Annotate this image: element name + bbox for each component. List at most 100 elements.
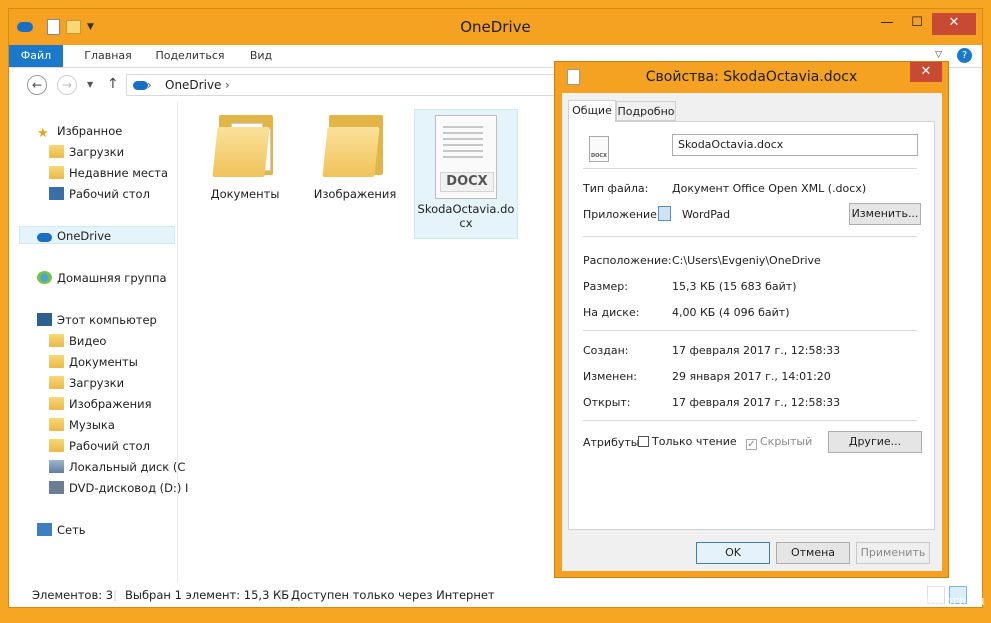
star-icon: ★ xyxy=(37,126,49,141)
nav-homegroup[interactable]: Домашняя группа xyxy=(37,269,167,287)
breadcrumb-separator-icon: › xyxy=(225,78,230,92)
videos-folder-icon xyxy=(49,334,64,347)
checkmark-icon: ✓ xyxy=(746,439,757,450)
hidden-checkbox[interactable]: ✓ Скрытый xyxy=(746,435,812,450)
size-value: 15,3 КБ (15 683 байт) xyxy=(672,280,797,293)
window-title: OneDrive xyxy=(460,18,531,36)
separator xyxy=(583,330,917,331)
nav-music[interactable]: Музыка xyxy=(49,416,115,434)
nav-dvd-drive[interactable]: DVD-дисковод (D:) I xyxy=(49,479,188,497)
folder-name: Изображения xyxy=(313,187,397,201)
downloads-folder-icon xyxy=(49,145,64,158)
created-value: 17 февраля 2017 г., 12:58:33 xyxy=(672,344,841,357)
advanced-button[interactable]: Другие... xyxy=(828,431,922,453)
homegroup-icon xyxy=(37,271,52,284)
application-value: WordPad xyxy=(682,208,731,221)
ok-button[interactable]: OK xyxy=(696,542,770,564)
desktop-icon xyxy=(49,187,64,200)
status-divider: | xyxy=(279,588,283,602)
availability-status: Доступен только через Интернет xyxy=(291,588,495,602)
nav-onedrive[interactable]: OneDrive xyxy=(19,226,175,244)
forward-button[interactable]: → xyxy=(57,75,77,95)
dialog-title: Свойства: SkodaOctavia.docx xyxy=(645,69,858,85)
dialog-close-button[interactable]: ✕ xyxy=(910,62,942,82)
folder-icon xyxy=(322,109,387,179)
pictures-folder-icon xyxy=(49,397,64,410)
downloads-folder-icon xyxy=(49,376,64,389)
readonly-checkbox[interactable]: Только чтение xyxy=(638,435,737,448)
wordpad-icon xyxy=(658,206,671,221)
checkbox-icon xyxy=(638,436,649,447)
maximize-button[interactable]: ☐ xyxy=(902,13,932,35)
size-on-disk-label: На диске: xyxy=(583,306,640,319)
recent-places-icon xyxy=(49,166,64,179)
title-bar: ▼ OneDrive — ☐ ✕ xyxy=(9,9,982,45)
onedrive-cloud-icon xyxy=(133,81,148,90)
size-label: Размер: xyxy=(583,280,628,293)
window-controls: — ☐ ✕ xyxy=(872,13,976,35)
nav-desktop[interactable]: Рабочий стол xyxy=(49,185,150,203)
cancel-button[interactable]: Отмена xyxy=(776,542,850,564)
change-app-button[interactable]: Изменить... xyxy=(849,203,921,225)
docx-file-icon: DOCX xyxy=(435,115,497,199)
nav-favorites[interactable]: ★ Избранное xyxy=(37,122,122,141)
tab-share[interactable]: Поделиться xyxy=(151,45,229,67)
tab-home[interactable]: Главная xyxy=(79,45,137,67)
up-arrow-icon[interactable]: ↑ xyxy=(107,76,119,92)
nav-local-disk[interactable]: Локальный диск (C xyxy=(49,458,185,476)
apply-button[interactable]: Применить xyxy=(856,542,930,564)
nav-recent-places[interactable]: Недавние места xyxy=(49,164,168,182)
nav-pictures[interactable]: Изображения xyxy=(49,395,152,413)
nav-documents[interactable]: Документы xyxy=(49,353,138,371)
application-label: Приложение: xyxy=(583,208,661,221)
local-disk-icon xyxy=(49,460,64,473)
nav-desktop-pc[interactable]: Рабочий стол xyxy=(49,437,150,455)
folder-pictures[interactable]: Изображения xyxy=(307,109,403,201)
size-on-disk-value: 4,00 КБ (4 096 байт) xyxy=(672,306,790,319)
nav-downloads-pc[interactable]: Загрузки xyxy=(49,374,124,392)
nav-this-pc[interactable]: Этот компьютер xyxy=(37,311,157,329)
filename-input[interactable]: SkodaOctavia.docx xyxy=(672,134,918,156)
general-panel: DOCX SkodaOctavia.docx Тип файла: Докуме… xyxy=(568,121,935,530)
separator xyxy=(583,168,917,169)
breadcrumb-separator-icon: › xyxy=(147,78,152,92)
documents-folder-icon xyxy=(49,355,64,368)
file-name: SkodaOctavia.do cx xyxy=(417,202,515,230)
created-label: Создан: xyxy=(583,344,629,357)
status-divider: | xyxy=(113,588,117,602)
file-type-label: Тип файла: xyxy=(583,182,649,195)
breadcrumb-onedrive[interactable]: OneDrive xyxy=(165,78,221,92)
modified-value: 29 января 2017 г., 14:01:20 xyxy=(672,370,831,383)
back-button[interactable]: ← xyxy=(27,75,47,95)
status-bar: Элементов: 3 | Выбран 1 элемент: 15,3 КБ… xyxy=(9,583,982,607)
address-bar[interactable]: › OneDrive › xyxy=(126,74,556,96)
folder-documents[interactable]: Документы xyxy=(201,109,289,201)
item-count: Элементов: 3 xyxy=(32,588,114,602)
folder-name: Документы xyxy=(210,187,280,201)
properties-dialog: Свойства: SkodaOctavia.docx ✕ Общие Подр… xyxy=(554,61,949,578)
watermark: www.wincore.ru xyxy=(877,594,985,609)
chevron-down-icon[interactable]: ▽ xyxy=(935,50,942,60)
tab-details[interactable]: Подробно xyxy=(616,101,676,121)
desktop-folder-icon xyxy=(49,439,64,452)
network-icon xyxy=(37,523,52,536)
nav-videos[interactable]: Видео xyxy=(49,332,106,350)
recent-locations-icon[interactable]: ▼ xyxy=(87,80,93,89)
minimize-button[interactable]: — xyxy=(872,13,902,35)
accessed-label: Открыт: xyxy=(583,396,631,409)
location-value: C:\Users\Evgeniy\OneDrive xyxy=(672,254,821,267)
navigation-pane: ★ Избранное Загрузки Недавние места Рабоч… xyxy=(9,102,188,582)
close-button[interactable]: ✕ xyxy=(932,13,976,35)
modified-label: Изменен: xyxy=(583,370,638,383)
music-folder-icon xyxy=(49,418,64,431)
tab-general[interactable]: Общие xyxy=(568,100,616,122)
separator xyxy=(583,236,917,237)
location-label: Расположение: xyxy=(583,254,672,267)
nav-network[interactable]: Сеть xyxy=(37,521,86,539)
tab-file[interactable]: Файл xyxy=(9,45,63,67)
tab-view[interactable]: Вид xyxy=(243,45,279,67)
file-skodaoctavia-docx[interactable]: DOCX SkodaOctavia.do cx xyxy=(414,109,518,239)
help-icon[interactable]: ? xyxy=(957,48,972,63)
docx-file-icon: DOCX xyxy=(589,136,609,162)
nav-downloads[interactable]: Загрузки xyxy=(49,143,124,161)
